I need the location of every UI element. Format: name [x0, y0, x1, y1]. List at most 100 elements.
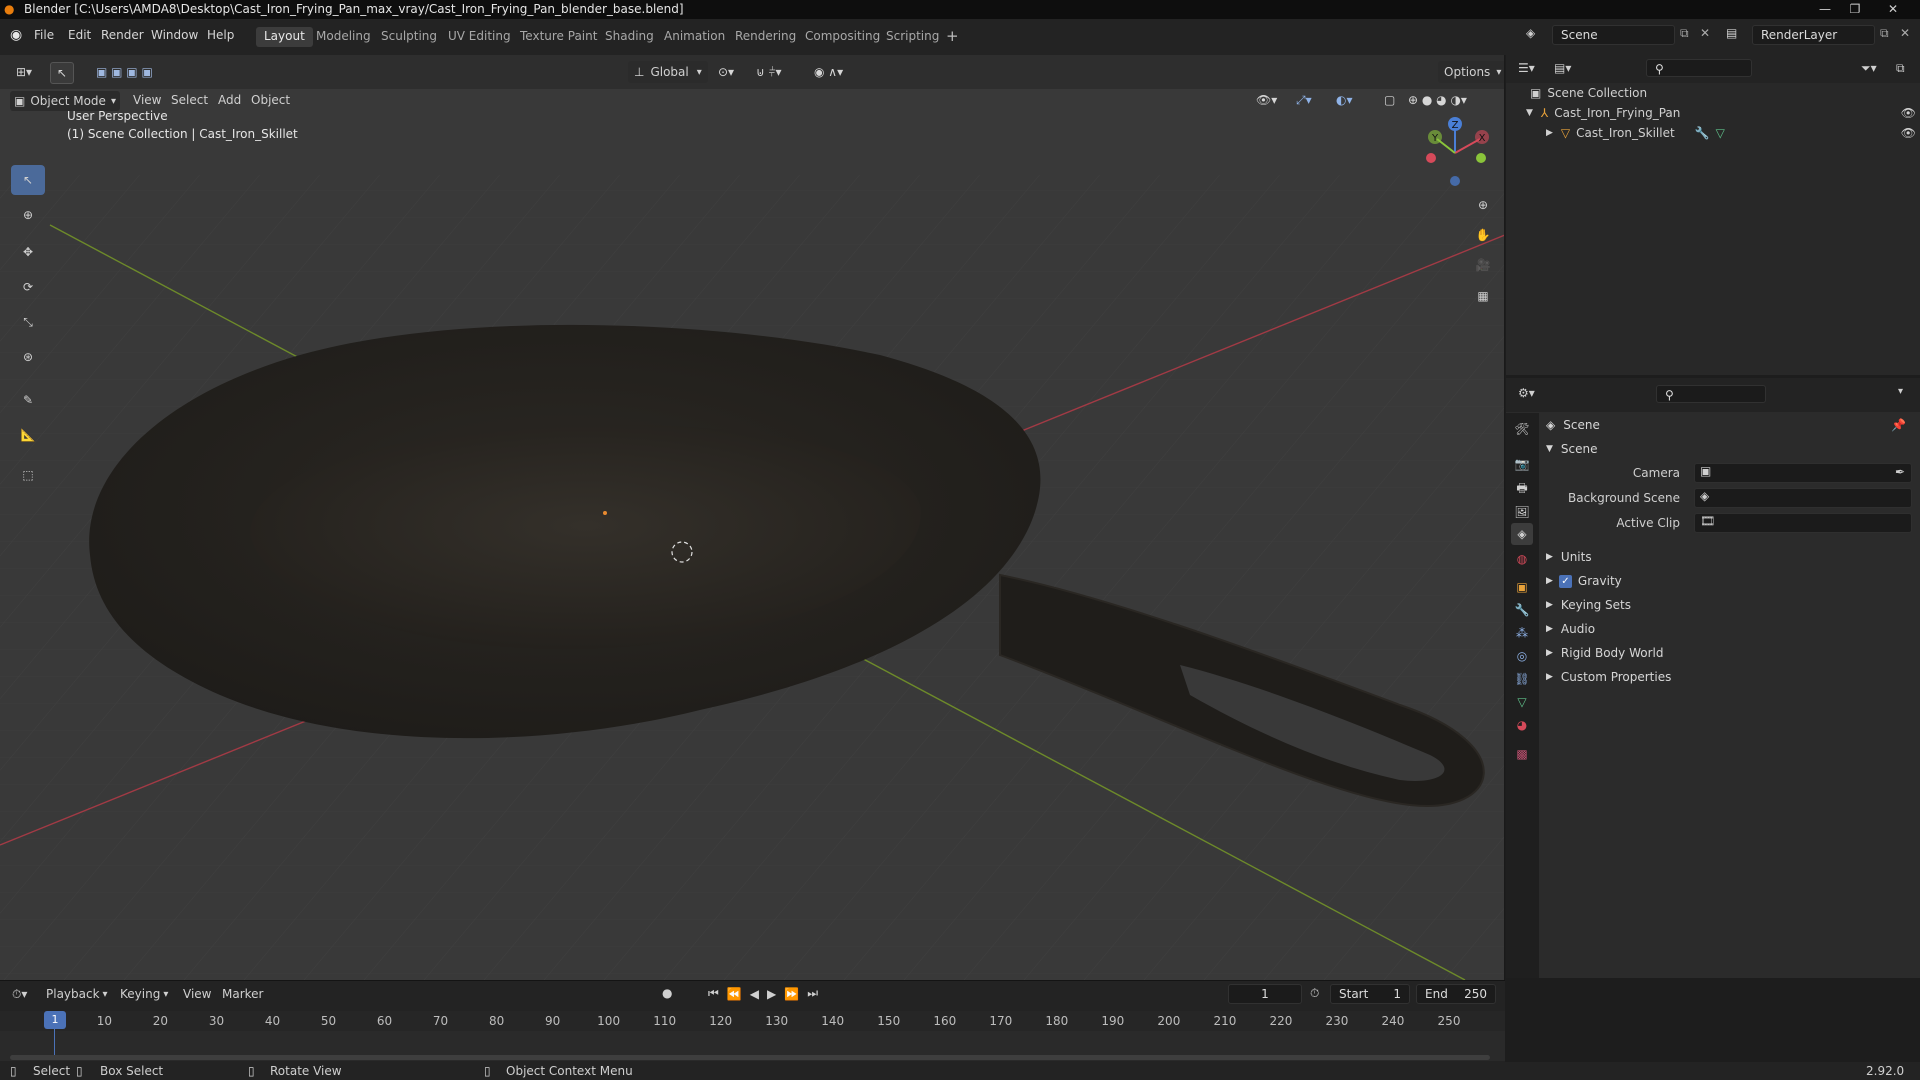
eyedropper-icon[interactable]: ✒ — [1895, 465, 1905, 479]
tab-rendering[interactable]: Rendering — [727, 27, 804, 47]
menu-edit[interactable]: Edit — [68, 28, 91, 42]
constraints-tab-icon[interactable]: ⛓ — [1511, 668, 1533, 690]
overlays-toggle-icon[interactable]: ◐▾ — [1330, 90, 1359, 112]
outliner-scene-collection[interactable]: ▣ Scene Collection — [1530, 86, 1647, 100]
new-collection-icon[interactable]: ⧉ — [1896, 61, 1905, 76]
add-workspace-button[interactable]: + — [946, 27, 959, 45]
properties-search-input[interactable]: ⚲ — [1656, 385, 1766, 403]
end-frame-field[interactable]: End 250 — [1416, 984, 1496, 1004]
menu-select[interactable]: Select — [171, 93, 208, 107]
view-layer-icon[interactable]: ▤ — [1726, 26, 1737, 40]
options-dropdown[interactable]: Options ▾ — [1438, 61, 1504, 83]
data-tab-icon[interactable]: ▽ — [1511, 691, 1533, 713]
scene-panel-header[interactable]: ▼ Scene — [1546, 442, 1598, 456]
active-clip-field[interactable]: 🎞 — [1694, 513, 1912, 533]
add-cube-tool[interactable]: ⬚ — [11, 460, 45, 490]
outliner-item-skillet[interactable]: ▶ ▽ Cast_Iron_Skillet 🔧 ▽ 👁 — [1546, 126, 1916, 140]
outliner-editor-icon[interactable]: ☰▾ — [1518, 61, 1535, 75]
blender-menu-icon[interactable]: ◉ — [10, 27, 22, 43]
timeline-ruler[interactable]: 1102030405060708090100110120130140150160… — [0, 1011, 1505, 1061]
select-tool-icon[interactable]: ↖ — [50, 62, 74, 84]
tab-shading[interactable]: Shading — [597, 27, 662, 47]
jump-end-icon[interactable]: ⏭ — [807, 986, 818, 1001]
tab-uv-editing[interactable]: UV Editing — [440, 27, 519, 47]
expand-arrow-icon[interactable]: ▼ — [1526, 108, 1533, 118]
timeline-view-menu[interactable]: View — [183, 987, 211, 1001]
tab-animation[interactable]: Animation — [656, 27, 733, 47]
measure-tool[interactable]: 📐 — [11, 420, 45, 450]
delete-view-layer-icon[interactable]: ✕ — [1900, 26, 1910, 40]
tab-texture-paint[interactable]: Texture Paint — [512, 27, 605, 47]
menu-window[interactable]: Window — [151, 28, 198, 42]
menu-file[interactable]: File — [34, 28, 54, 42]
scene-tab-icon[interactable]: ◈ — [1511, 523, 1533, 545]
view-layer-selector[interactable]: RenderLayer — [1752, 25, 1875, 45]
rotate-tool[interactable]: ⟳ — [11, 272, 45, 302]
play-icon[interactable]: ▶ — [767, 987, 776, 1001]
keying-menu[interactable]: Keying ▾ — [120, 987, 168, 1001]
section-keying-sets[interactable]: ▶ Keying Sets — [1546, 598, 1631, 612]
start-frame-field[interactable]: Start 1 — [1330, 984, 1410, 1004]
timeline-scrollbar[interactable] — [10, 1055, 1490, 1060]
close-button[interactable]: ✕ — [1878, 0, 1908, 19]
world-tab-icon[interactable]: ◍ — [1511, 548, 1533, 570]
cursor-tool[interactable]: ⊕ — [11, 200, 45, 230]
view-layer-tab-icon[interactable]: 🖼 — [1511, 501, 1533, 523]
move-tool[interactable]: ✥ — [11, 237, 45, 267]
render-tab-icon[interactable]: 📷 — [1511, 453, 1533, 475]
new-view-layer-icon[interactable]: ⧉ — [1880, 26, 1889, 41]
tab-layout[interactable]: Layout — [256, 27, 313, 47]
prev-keyframe-icon[interactable]: ⏪ — [727, 987, 742, 1001]
properties-editor-icon[interactable]: ⚙▾ — [1518, 386, 1535, 400]
object-mode-dropdown[interactable]: ▣ Object Mode ▾ — [10, 91, 120, 111]
texture-tab-icon[interactable]: ▩ — [1511, 743, 1533, 765]
tab-modeling[interactable]: Modeling — [308, 27, 379, 47]
timeline-editor-icon[interactable]: ⏱▾ — [12, 987, 27, 1002]
scale-tool[interactable]: ⤡ — [11, 307, 45, 337]
chevron-down-icon[interactable]: ▾ — [1898, 386, 1903, 397]
outliner-item-frying-pan[interactable]: ▼ ⅄ Cast_Iron_Frying_Pan 👁 — [1526, 106, 1916, 120]
zoom-icon[interactable]: ⊕ — [1470, 192, 1496, 218]
filter-icon[interactable]: ⏷▾ — [1861, 61, 1877, 76]
maximize-button[interactable]: ❐ — [1840, 0, 1870, 19]
next-keyframe-icon[interactable]: ⏩ — [784, 987, 799, 1001]
3d-viewport[interactable]: ⊞▾ ↖ ▣ ▣ ▣ ▣ ▣ Object Mode ▾ View Select… — [0, 55, 1505, 980]
new-scene-icon[interactable]: ⧉ — [1680, 26, 1689, 41]
section-custom-properties[interactable]: ▶ Custom Properties — [1546, 670, 1671, 684]
camera-field[interactable]: ▣ ✒ — [1694, 463, 1912, 483]
output-tab-icon[interactable]: 🖶 — [1511, 478, 1533, 500]
record-keyframe-button[interactable]: ● — [662, 986, 672, 1000]
scene-icon[interactable]: ◈ — [1526, 26, 1535, 40]
selection-mode-icons[interactable]: ▣ ▣ ▣ ▣ — [90, 62, 159, 84]
scene-selector[interactable]: Scene — [1552, 25, 1675, 45]
marker-menu[interactable]: Marker — [222, 987, 263, 1001]
pan-hand-icon[interactable]: ✋ — [1470, 222, 1496, 248]
tool-tab-icon[interactable]: 🛠 — [1511, 418, 1533, 440]
tab-scripting[interactable]: Scripting — [878, 27, 947, 47]
outliner-search-input[interactable]: ⚲ — [1646, 59, 1752, 77]
playback-menu[interactable]: Playback ▾ — [46, 987, 108, 1001]
section-rigid-body-world[interactable]: ▶ Rigid Body World — [1546, 646, 1663, 660]
proportional-edit-icon[interactable]: ◉ ∧▾ — [808, 62, 849, 84]
object-tab-icon[interactable]: ▣ — [1511, 576, 1533, 598]
tab-sculpting[interactable]: Sculpting — [373, 27, 445, 47]
tab-compositing[interactable]: Compositing — [797, 27, 888, 47]
background-scene-field[interactable]: ◈ — [1694, 488, 1912, 508]
select-box-tool[interactable]: ↖ — [11, 165, 45, 195]
menu-object[interactable]: Object — [251, 93, 290, 107]
modifiers-tab-icon[interactable]: 🔧 — [1511, 599, 1533, 621]
navigation-gizmo[interactable]: Z X Y — [1418, 113, 1500, 193]
perspective-toggle-icon[interactable]: ▦ — [1470, 283, 1496, 309]
visibility-eye-icon[interactable]: 👁 — [1901, 126, 1916, 140]
pin-icon[interactable]: 📌 — [1891, 418, 1906, 432]
section-audio[interactable]: ▶ Audio — [1546, 622, 1595, 636]
gizmo-toggle-icon[interactable]: ⤢▾ — [1290, 90, 1318, 112]
menu-add[interactable]: Add — [218, 93, 241, 107]
gravity-checkbox[interactable]: ✓ — [1558, 574, 1572, 588]
play-reverse-icon[interactable]: ◀ — [750, 987, 759, 1001]
playhead-marker[interactable]: 1 — [44, 1011, 66, 1029]
section-gravity[interactable]: ▶ ✓ Gravity — [1546, 574, 1622, 588]
annotate-tool[interactable]: ✎ — [11, 385, 45, 415]
menu-help[interactable]: Help — [207, 28, 234, 42]
physics-tab-icon[interactable]: ◎ — [1511, 645, 1533, 667]
